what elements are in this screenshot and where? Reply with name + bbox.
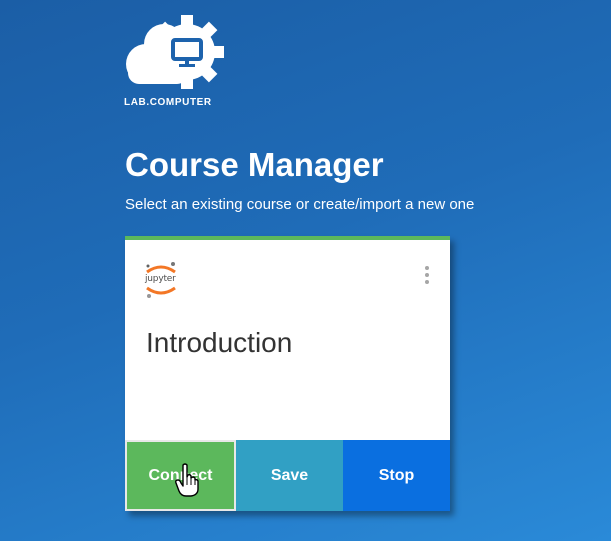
stop-button[interactable]: Stop: [343, 440, 450, 511]
cloud-gear-monitor-icon: [126, 15, 224, 89]
vertical-dots-icon: [425, 266, 429, 270]
course-name: Introduction: [146, 327, 293, 358]
jupyter-logo-text: jupyter: [145, 274, 176, 284]
page-title: Course Manager: [125, 146, 384, 183]
course-menu-button[interactable]: [421, 266, 433, 288]
page-subtitle: Select an existing course or create/impo…: [125, 196, 475, 213]
brand-name: LAB.COMPUTER: [124, 97, 212, 108]
save-button[interactable]: Save: [236, 440, 343, 511]
hand-pointer-icon: [175, 463, 199, 497]
vertical-dot: [425, 280, 429, 284]
lab-computer-logo: LAB.COMPUTER: [124, 14, 234, 114]
jupyter-logo-icon: jupyter: [143, 260, 179, 300]
vertical-dot: [425, 273, 429, 277]
